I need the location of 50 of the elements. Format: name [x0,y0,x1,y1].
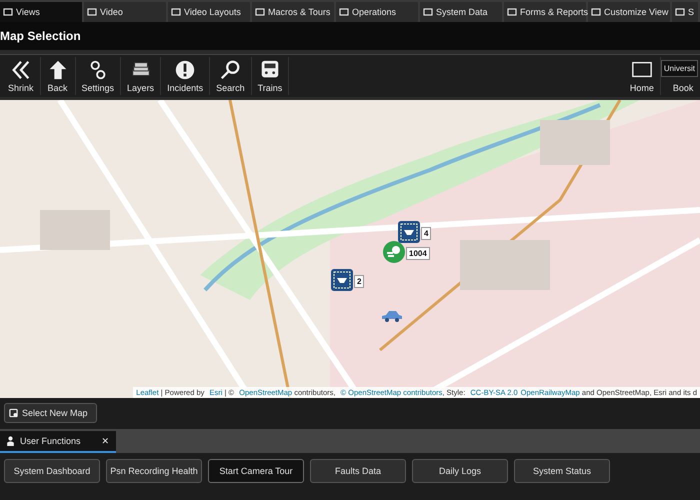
nav-tab[interactable]: Operations [336,0,418,22]
function-button[interactable]: Psn Recording Health [106,459,202,483]
tab-icon [591,7,601,17]
page-title: Map Selection [0,29,81,43]
nav-tab[interactable]: System Data [420,0,502,22]
marker-label: 2 [354,275,364,288]
toolbar-icon [174,59,196,81]
car-icon[interactable] [381,310,403,322]
function-button[interactable]: Faults Data [310,459,406,483]
nav-tab[interactable]: Macros & Tours [252,0,334,22]
home-button[interactable]: Home [624,57,661,95]
nav-tab[interactable]: Video Layouts [168,0,250,22]
bookmark-label: Book [672,82,694,92]
nav-tab[interactable]: Views [0,0,82,22]
tab-icon [339,7,349,17]
camera-group-marker-icon[interactable] [383,241,405,263]
panel-tab-label: User Functions [20,436,81,446]
marker-label: 1004 [406,247,430,260]
nav-tab[interactable]: Customize View [588,0,670,22]
nav-tab[interactable]: Video [84,0,166,22]
nav-tab[interactable]: S [672,0,698,22]
tab-icon [675,7,685,17]
tab-icon [423,7,433,17]
toolbar-icon [219,59,242,81]
tab-icon [507,7,517,17]
toolbar-button[interactable]: Trains [252,57,290,95]
person-icon [6,436,15,446]
tab-icon [87,7,97,17]
toolbar-button[interactable]: Shrink [2,57,41,95]
function-button[interactable]: System Dashboard [4,459,100,483]
toolbar-icon [10,59,32,81]
select-map-button[interactable]: Select New Map [4,403,97,423]
camera-marker-icon[interactable] [398,221,420,243]
toolbar-button[interactable]: Back [40,57,76,95]
marker-label: 4 [421,227,432,240]
tab-icon [171,7,181,17]
close-button[interactable]: ✕ [102,436,110,446]
function-button[interactable]: Daily Logs [412,459,508,483]
toolbar-button[interactable]: Search [210,57,252,95]
bookmark-field[interactable]: Universit [660,60,698,76]
function-button[interactable]: System Status [514,459,610,483]
toolbar-button[interactable]: Layers [121,57,162,95]
tab-icon [255,7,265,17]
toolbar-button[interactable]: Settings [76,57,122,95]
panel-tab[interactable]: User Functions ✕ [0,431,116,453]
tab-icon [3,7,13,17]
function-button[interactable]: Start Camera Tour [208,459,304,483]
camera-marker-icon[interactable] [331,269,353,291]
nav-tab[interactable]: Forms & Reports [504,0,586,22]
toolbar-button[interactable]: Incidents [161,57,210,95]
